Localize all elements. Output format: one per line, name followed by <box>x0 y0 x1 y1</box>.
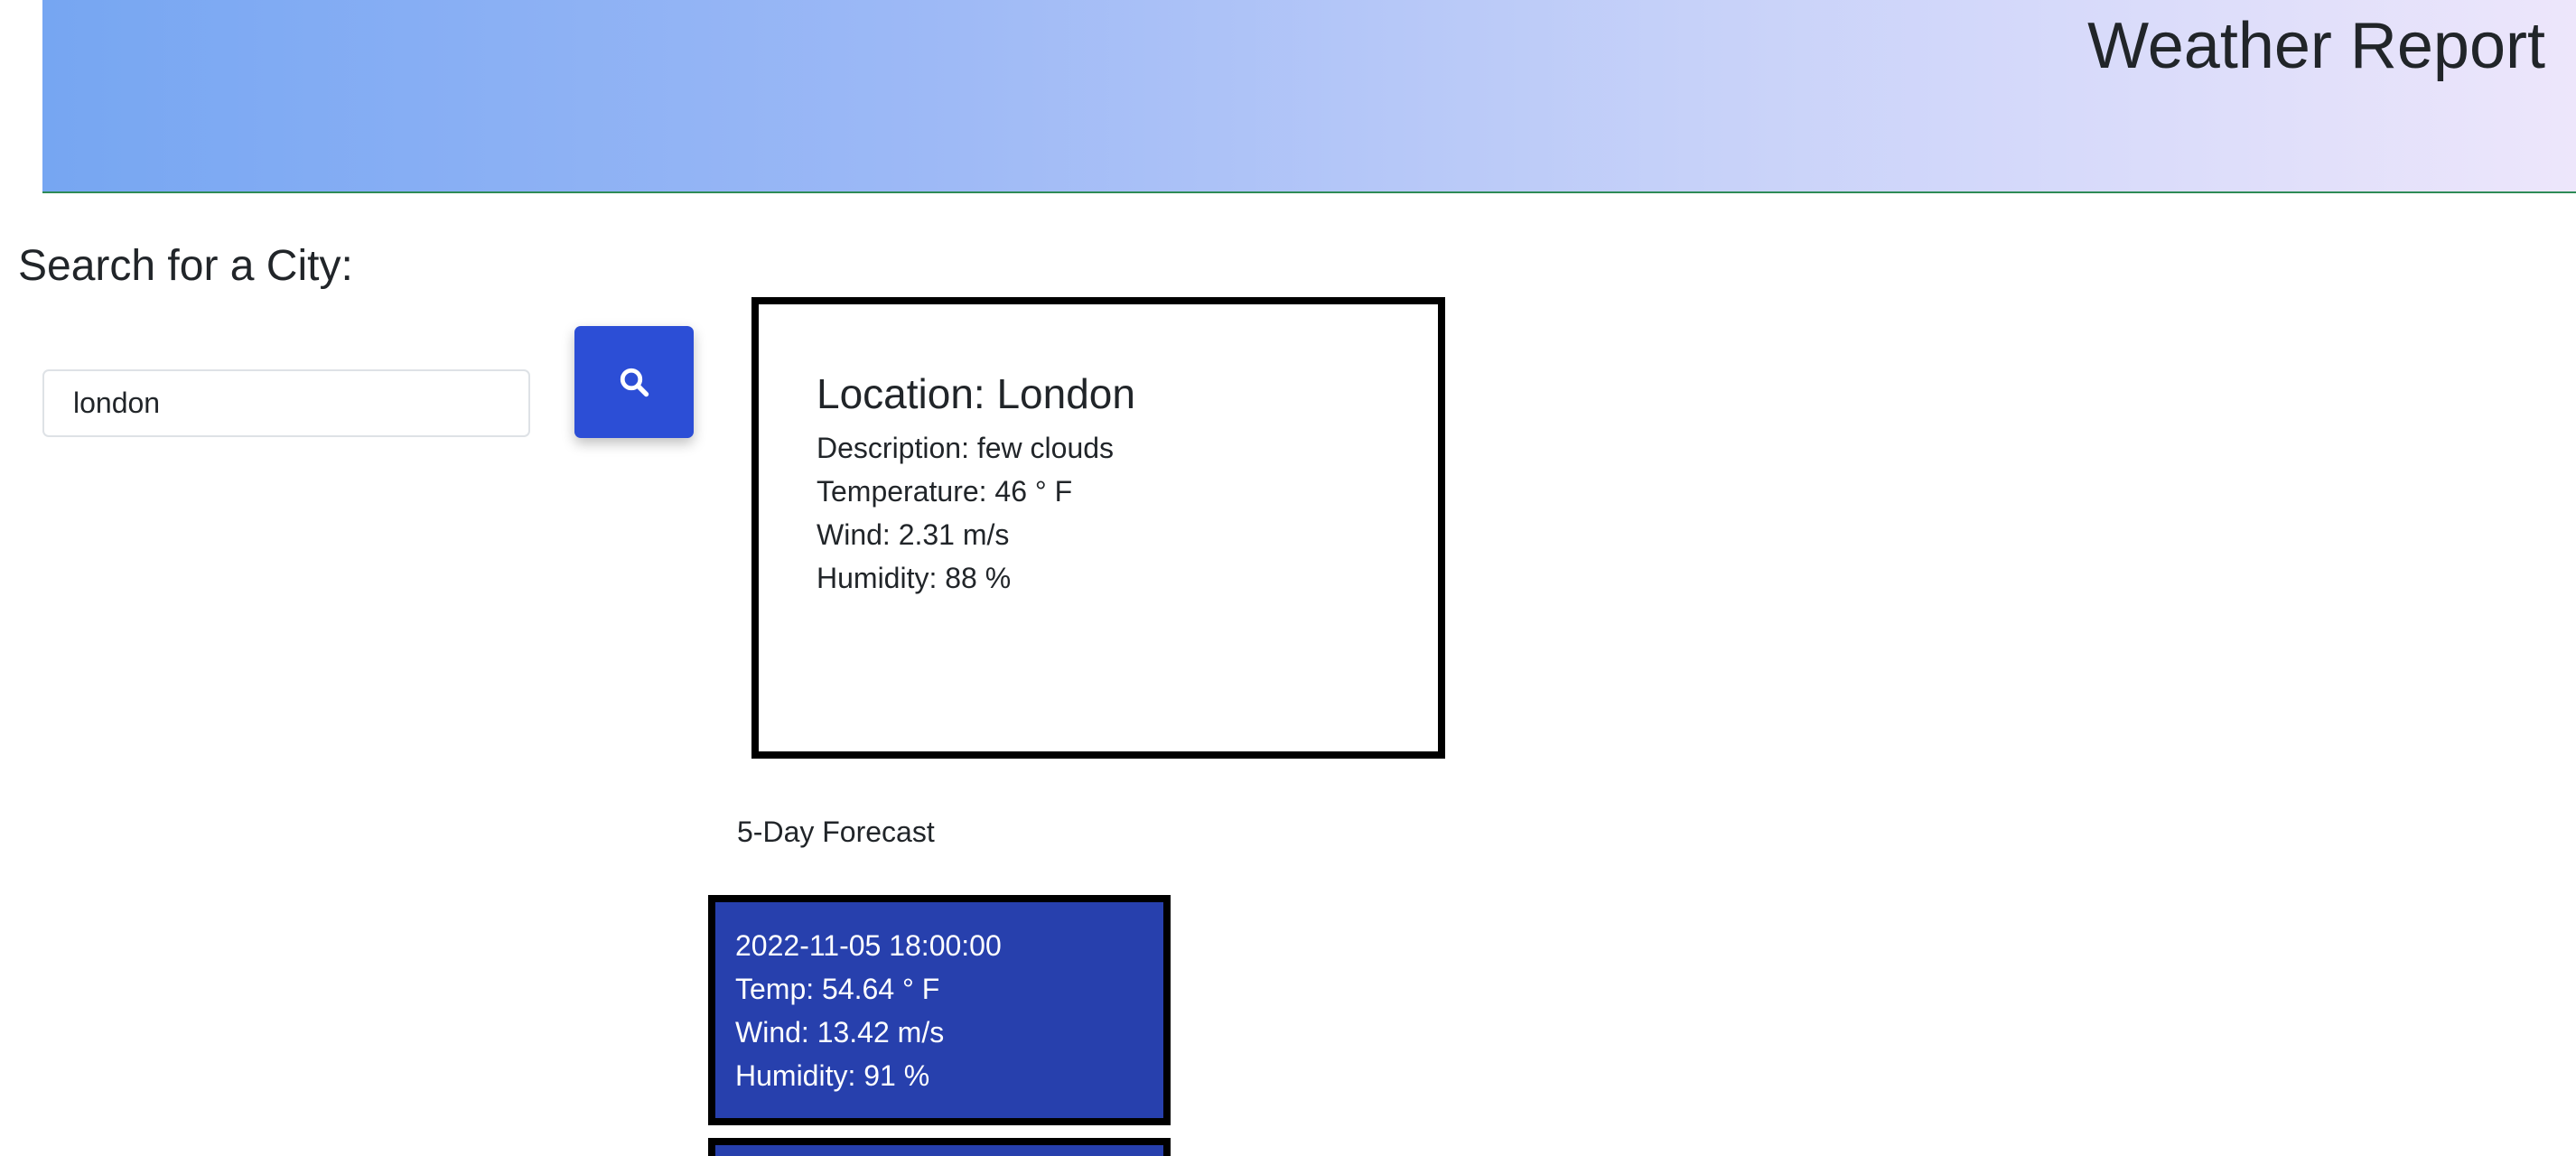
forecast-humidity: Humidity: 91 % <box>735 1059 930 1092</box>
current-description: Description: few clouds <box>817 432 1115 465</box>
current-location: Location: London <box>817 370 1135 417</box>
city-search-input[interactable] <box>42 369 530 437</box>
page-title: Weather Report <box>2087 10 2545 82</box>
current-temperature: Temperature: 46 ° F <box>817 475 1073 508</box>
current-weather-card: Location: London Description: few clouds… <box>751 297 1445 759</box>
search-icon <box>620 368 649 397</box>
forecast-card: 2022-11-05 18:00:00 Temp: 54.64 ° F Wind… <box>708 895 1171 1125</box>
page-header: Weather Report <box>42 0 2576 193</box>
forecast-wind: Wind: 13.42 m/s <box>735 1016 945 1049</box>
forecast-datetime: 2022-11-05 18:00:00 <box>735 929 1002 962</box>
search-button[interactable] <box>574 326 694 438</box>
forecast-card-partial <box>708 1138 1171 1156</box>
forecast-temp: Temp: 54.64 ° F <box>735 973 940 1005</box>
current-wind: Wind: 2.31 m/s <box>817 518 1010 552</box>
search-label: Search for a City: <box>18 242 353 290</box>
forecast-heading: 5-Day Forecast <box>737 816 935 848</box>
current-humidity: Humidity: 88 % <box>817 562 1012 595</box>
